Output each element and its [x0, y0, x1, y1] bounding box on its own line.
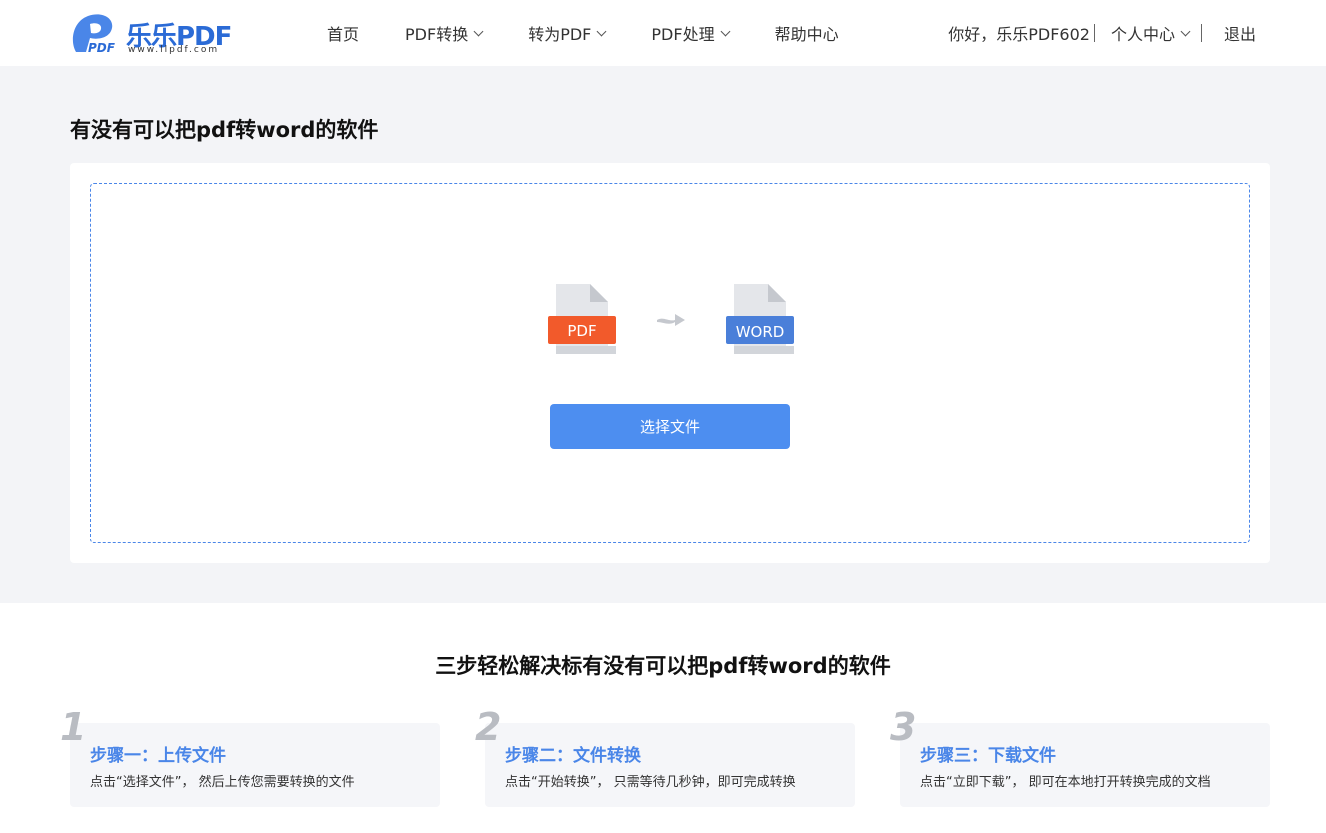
step-description: 点击“选择文件”， 然后上传您需要转换的文件: [90, 775, 355, 790]
user-greeting: 你好，乐乐PDF602: [948, 25, 1090, 44]
svg-text:PDF: PDF: [88, 41, 116, 54]
step-heading: 步骤三：下载文件: [920, 746, 1056, 766]
file-dropzone[interactable]: PDF WORD 选择文件: [90, 183, 1250, 543]
logo[interactable]: PDF 乐乐PDF www.llpdf.com: [68, 12, 238, 56]
nav-pdf-convert-label: PDF转换: [405, 25, 469, 44]
step-heading: 步骤一：上传文件: [90, 746, 226, 766]
step-number: 2: [475, 705, 502, 749]
page-title: 有没有可以把pdf转word的软件: [70, 118, 379, 142]
nav-pdf-convert[interactable]: PDF转换: [405, 21, 484, 45]
step-card: 2 步骤二：文件转换 点击“开始转换”， 只需等待几秒钟，即可完成转换: [475, 705, 855, 807]
chevron-down-icon: [720, 26, 731, 36]
logo-mark-icon: PDF: [72, 14, 116, 54]
main-section: 有没有可以把pdf转word的软件 PDF WORD 选择文件: [0, 66, 1326, 603]
main-nav: 首页 PDF转换 转为PDF PDF处理 帮助中心: [300, 0, 885, 66]
step-card: 3 步骤三：下载文件 点击“立即下载”， 即可在本地打开转换完成的文档: [890, 705, 1270, 807]
select-file-button[interactable]: 选择文件: [550, 404, 790, 449]
pdf-file-icon: PDF: [548, 284, 616, 354]
nav-to-pdf[interactable]: 转为PDF: [528, 21, 607, 45]
nav-help[interactable]: 帮助中心: [775, 21, 839, 45]
step-number: 1: [60, 705, 87, 749]
user-center-label: 个人中心: [1110, 25, 1175, 44]
step-number: 3: [890, 705, 917, 749]
user-area: 你好，乐乐PDF602 个人中心 退出: [948, 0, 1256, 66]
chevron-down-icon: [596, 26, 607, 36]
pdf-format-label: PDF: [567, 322, 596, 340]
step-description: 点击“开始转换”， 只需等待几秒钟，即可完成转换: [505, 775, 796, 790]
divider: [1200, 24, 1202, 42]
nav-home[interactable]: 首页: [327, 21, 359, 45]
nav-home-label: 首页: [327, 25, 360, 44]
upload-card: PDF WORD 选择文件: [70, 163, 1270, 563]
nav-help-label: 帮助中心: [774, 25, 839, 44]
word-format-label: WORD: [736, 323, 785, 341]
word-file-icon: WORD: [726, 284, 794, 354]
divider: [1093, 24, 1095, 42]
nav-pdf-process-label: PDF处理: [651, 25, 715, 44]
logo-url: www.llpdf.com: [128, 45, 220, 55]
logout-link[interactable]: 退出: [1224, 21, 1256, 45]
step-description: 点击“立即下载”， 即可在本地打开转换完成的文档: [920, 775, 1211, 790]
arrow-right-icon: [657, 314, 685, 326]
chevron-down-icon: [473, 26, 484, 36]
nav-to-pdf-label: 转为PDF: [528, 25, 592, 44]
step-heading: 步骤二：文件转换: [505, 746, 641, 766]
chevron-down-icon: [1180, 26, 1191, 36]
step-card: 1 步骤一：上传文件 点击“选择文件”， 然后上传您需要转换的文件: [60, 705, 440, 807]
nav-pdf-process[interactable]: PDF处理: [651, 21, 731, 45]
top-header: PDF 乐乐PDF www.llpdf.com 首页 PDF转换 转为PDF P…: [0, 0, 1326, 66]
user-center-menu[interactable]: 个人中心: [1110, 21, 1191, 45]
steps-title: 三步轻松解决标有没有可以把pdf转word的软件: [435, 654, 891, 678]
